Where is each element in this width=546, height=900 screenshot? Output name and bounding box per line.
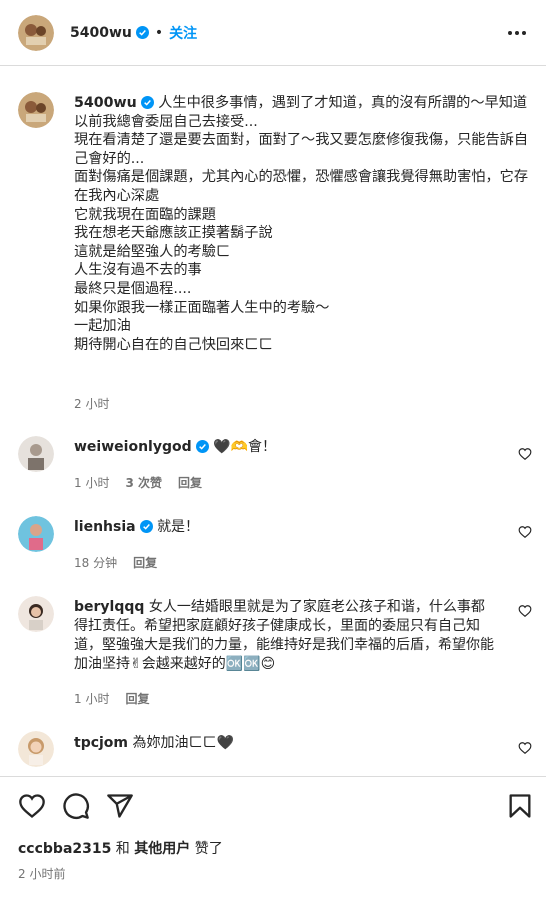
- likes-suffix: 赞了: [190, 841, 223, 857]
- commenter-avatar[interactable]: [18, 436, 54, 472]
- more-options-icon[interactable]: [506, 24, 528, 42]
- bookmark-icon[interactable]: [506, 792, 534, 820]
- share-icon[interactable]: [106, 792, 134, 820]
- verified-badge-icon: [139, 520, 153, 533]
- reply-button[interactable]: 回复: [133, 554, 157, 571]
- reply-button[interactable]: 回复: [178, 474, 202, 491]
- comment-username[interactable]: weiweionlygod: [74, 439, 192, 455]
- heart-icon[interactable]: [518, 741, 532, 755]
- caption-text: 人生中很多事情，遇到了才知道，真的沒有所謂的～早知道 以前我總會委屈自己去接受.…: [74, 95, 529, 353]
- heart-icon[interactable]: [518, 604, 532, 618]
- commenter-avatar[interactable]: [18, 731, 54, 767]
- verified-badge-icon: [195, 440, 209, 453]
- caption-avatar[interactable]: [18, 92, 54, 128]
- comment-time[interactable]: 18 分钟: [74, 554, 117, 571]
- comment-username[interactable]: lienhsia: [74, 519, 136, 535]
- comment-meta: 18 分钟 回复: [74, 554, 157, 571]
- follow-button[interactable]: 关注: [169, 23, 197, 43]
- comment-username[interactable]: tpcjom: [74, 735, 128, 751]
- comment-meta: 1 小时 3 次赞 回复: [74, 474, 202, 491]
- comment-text: 🖤🫶會！: [213, 439, 276, 455]
- comment-text: 為妳加油ㄈㄈ🖤: [132, 735, 234, 751]
- comment-text-block: weiweionlygod 🖤🫶會！: [74, 438, 498, 457]
- likes-and: 和: [111, 841, 135, 857]
- likes-summary: cccbba2315 和 其他用户 赞了: [18, 838, 223, 858]
- comment-like-count[interactable]: 3 次赞: [125, 474, 162, 491]
- author-avatar[interactable]: [18, 14, 54, 51]
- actions-divider: [0, 776, 546, 777]
- heart-icon[interactable]: [518, 525, 532, 539]
- comment-icon[interactable]: [62, 792, 90, 820]
- comment-text: 就是！: [157, 519, 200, 535]
- comment-text-block: tpcjom 為妳加油ㄈㄈ🖤: [74, 734, 498, 753]
- comment-text-block: berylqqq 女人一结婚眼里就是为了家庭老公孩子和谐，什么事都得扛责任。希望…: [74, 598, 498, 674]
- post-header: 5400wu • 关注: [0, 0, 546, 66]
- action-bar: [0, 792, 546, 822]
- verified-badge-icon: [140, 96, 154, 109]
- comment-text-block: lienhsia 就是！: [74, 518, 498, 537]
- other-likers-link[interactable]: 其他用户: [134, 841, 190, 857]
- comment-meta: 1 小时 回复: [74, 690, 149, 707]
- caption-username[interactable]: 5400wu: [74, 95, 137, 111]
- comment-time[interactable]: 1 小时: [74, 690, 109, 707]
- verified-badge-icon: [135, 26, 149, 39]
- separator-dot: •: [154, 24, 164, 41]
- heart-icon[interactable]: [18, 792, 46, 820]
- heart-icon[interactable]: [518, 447, 532, 461]
- commenter-avatar[interactable]: [18, 596, 54, 632]
- commenter-avatar[interactable]: [18, 516, 54, 552]
- author-username[interactable]: 5400wu: [70, 25, 132, 41]
- comment-username[interactable]: berylqqq: [74, 599, 144, 615]
- liker-username[interactable]: cccbba2315: [18, 841, 111, 857]
- post-time[interactable]: 2 小时前: [18, 865, 65, 882]
- caption-text-block: 5400wu 人生中很多事情，遇到了才知道，真的沒有所謂的～早知道 以前我總會委…: [74, 94, 534, 354]
- comment-time[interactable]: 1 小时: [74, 474, 109, 491]
- reply-button[interactable]: 回复: [125, 690, 149, 707]
- caption-time[interactable]: 2 小时: [74, 395, 109, 412]
